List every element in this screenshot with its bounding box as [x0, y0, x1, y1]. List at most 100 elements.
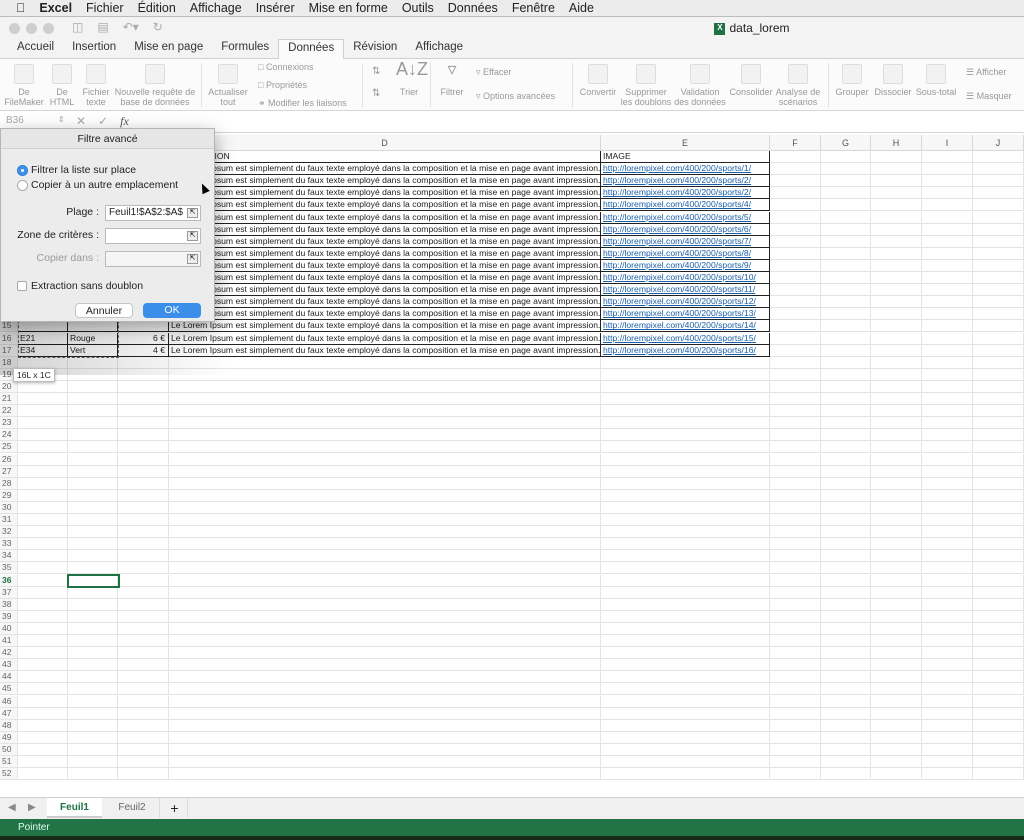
cell[interactable] [118, 635, 169, 648]
cell[interactable] [871, 574, 922, 587]
cell[interactable] [18, 320, 68, 333]
menu-mise-en-forme[interactable]: Mise en forme [309, 1, 388, 15]
row-header[interactable]: 24 [0, 429, 18, 442]
cell[interactable] [68, 514, 118, 527]
validation-button[interactable]: Validation des données [674, 64, 726, 107]
cell[interactable] [770, 635, 821, 648]
cell[interactable] [169, 719, 601, 732]
cell[interactable] [922, 296, 973, 309]
cell[interactable] [973, 296, 1024, 309]
cell[interactable] [601, 768, 770, 781]
cell[interactable] [821, 151, 871, 164]
cell[interactable] [770, 332, 821, 345]
cell[interactable] [18, 489, 68, 502]
row-header[interactable]: 38 [0, 598, 18, 611]
menu-fenetre[interactable]: Fenêtre [512, 1, 555, 15]
cell[interactable] [871, 635, 922, 648]
cell[interactable] [18, 538, 68, 551]
column-header-I[interactable]: I [922, 135, 973, 151]
menu-fichier[interactable]: Fichier [86, 1, 124, 15]
cell[interactable] [973, 368, 1024, 381]
cell[interactable] [871, 768, 922, 781]
cell[interactable] [18, 671, 68, 684]
cell[interactable] [821, 610, 871, 623]
row-header[interactable]: 50 [0, 743, 18, 756]
cell[interactable] [770, 441, 821, 454]
cell-e[interactable]: http://lorempixel.com/400/200/sports/16/ [601, 344, 770, 357]
row-header[interactable]: 21 [0, 393, 18, 406]
cell[interactable] [601, 635, 770, 648]
cell[interactable] [601, 417, 770, 430]
cancel-formula-icon[interactable]: ✕ [76, 114, 86, 129]
cell-e[interactable]: http://lorempixel.com/400/200/sports/15/ [601, 332, 770, 345]
cell[interactable] [973, 550, 1024, 563]
cell-e[interactable]: http://lorempixel.com/400/200/sports/6/ [601, 223, 770, 236]
cell[interactable] [973, 356, 1024, 369]
cell[interactable] [169, 405, 601, 418]
cell[interactable] [973, 647, 1024, 660]
cell[interactable] [922, 768, 973, 781]
cell[interactable] [601, 586, 770, 599]
sort-za-icon[interactable]: ⇅ [372, 89, 380, 99]
cell-e[interactable]: http://lorempixel.com/400/200/sports/9/ [601, 259, 770, 272]
cell[interactable] [922, 489, 973, 502]
row-header[interactable]: 31 [0, 514, 18, 527]
cell[interactable] [169, 441, 601, 454]
cell-a[interactable]: E21 [18, 332, 68, 345]
row-header[interactable]: 22 [0, 405, 18, 418]
cell[interactable] [18, 731, 68, 744]
cell[interactable] [601, 501, 770, 514]
cell[interactable] [922, 659, 973, 672]
cell[interactable] [871, 538, 922, 551]
cell[interactable] [770, 562, 821, 575]
cell[interactable] [118, 417, 169, 430]
cell[interactable] [922, 405, 973, 418]
cell[interactable] [821, 598, 871, 611]
cell[interactable] [922, 695, 973, 708]
tab-revision[interactable]: Révision [344, 39, 406, 58]
cell[interactable] [922, 635, 973, 648]
cell[interactable] [169, 586, 601, 599]
cell[interactable] [770, 501, 821, 514]
cell[interactable] [922, 272, 973, 285]
cell[interactable] [118, 453, 169, 466]
row-header[interactable]: 51 [0, 756, 18, 769]
cell[interactable] [601, 659, 770, 672]
cell[interactable] [169, 562, 601, 575]
cell[interactable] [18, 635, 68, 648]
cell-e[interactable]: http://lorempixel.com/400/200/sports/1/ [601, 163, 770, 176]
cell[interactable] [770, 151, 821, 164]
cell[interactable] [821, 429, 871, 442]
cell[interactable] [821, 405, 871, 418]
cell[interactable] [18, 768, 68, 781]
cell[interactable] [770, 356, 821, 369]
cell-b[interactable]: Vert [68, 344, 118, 357]
cell-c[interactable]: 4 € [118, 344, 169, 357]
cell[interactable] [973, 393, 1024, 406]
cell[interactable] [169, 743, 601, 756]
cell[interactable] [118, 368, 169, 381]
cell[interactable] [821, 768, 871, 781]
cell[interactable] [871, 489, 922, 502]
cell[interactable] [821, 526, 871, 539]
cell[interactable] [922, 429, 973, 442]
cell[interactable] [169, 574, 601, 587]
cell[interactable] [118, 671, 169, 684]
cell[interactable] [68, 526, 118, 539]
actualiser-tout-button[interactable]: Actualiser tout [204, 64, 252, 107]
cell-d[interactable]: Le Lorem Ipsum est simplement du faux te… [169, 320, 601, 333]
cell[interactable] [922, 731, 973, 744]
cell[interactable] [770, 647, 821, 660]
cell[interactable] [821, 368, 871, 381]
cell[interactable] [770, 659, 821, 672]
cell[interactable] [871, 211, 922, 224]
cell[interactable] [68, 683, 118, 696]
cell[interactable] [18, 417, 68, 430]
cell[interactable] [922, 477, 973, 490]
cell[interactable] [770, 320, 821, 333]
cell[interactable] [922, 393, 973, 406]
masquer-button[interactable]: ☰ Masquer [966, 91, 1012, 101]
cell[interactable] [821, 683, 871, 696]
cell[interactable] [169, 356, 601, 369]
cell[interactable] [18, 707, 68, 720]
